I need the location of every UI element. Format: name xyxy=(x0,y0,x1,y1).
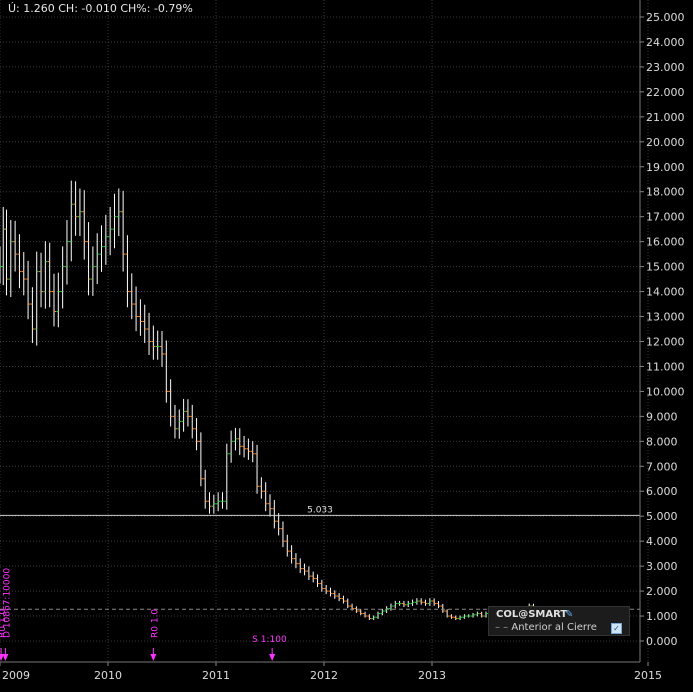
event-arrow xyxy=(2,654,9,661)
event-label: R0 1.0 xyxy=(150,609,160,638)
y-tick-label: 11.000 xyxy=(646,360,685,373)
y-tick-label: 24.000 xyxy=(646,36,685,49)
x-tick-label: 2013 xyxy=(418,669,446,682)
y-tick-label: 17.000 xyxy=(646,211,685,224)
pin-icon[interactable]: ✎ xyxy=(565,609,573,620)
y-tick-label: 22.000 xyxy=(646,86,685,99)
y-tick-label: 23.000 xyxy=(646,61,685,74)
y-tick-label: 5.000 xyxy=(646,510,678,523)
event-arrow xyxy=(150,654,157,661)
x-tick-label: 2012 xyxy=(310,669,338,682)
y-tick-label: 4.000 xyxy=(646,535,678,548)
y-tick-label: 19.000 xyxy=(646,161,685,174)
x-tick-label: 2015 xyxy=(634,669,662,682)
legend-symbol: COL@SMART xyxy=(496,609,568,620)
price-chart[interactable]: 5.033 25.000 24.000 23.000 22.000 21.000 20.0… xyxy=(0,0,693,687)
reference-line-label: 5.033 xyxy=(307,505,333,515)
event-arrow xyxy=(269,654,276,661)
chart-svg[interactable]: 5.033 25.000 24.000 23.000 22.000 21.000 20.0… xyxy=(0,0,693,687)
x-tick-label: 2009 xyxy=(2,669,30,682)
y-tick-label: 2.000 xyxy=(646,585,678,598)
bars-layer xyxy=(0,180,540,621)
y-tick-label: 20.000 xyxy=(646,136,685,149)
x-tick-label: 2010 xyxy=(94,669,122,682)
y-tick-label: 16.000 xyxy=(646,236,685,249)
y-tick-label: 21.000 xyxy=(646,111,685,124)
y-tick-label: 7.000 xyxy=(646,460,678,473)
check-icon[interactable]: ✓ xyxy=(611,623,622,634)
grid-layer xyxy=(0,0,649,662)
reference-layer: 5.033 xyxy=(0,505,640,610)
y-tick-label: 15.000 xyxy=(646,261,685,274)
y-tick-label: 1.000 xyxy=(646,610,678,623)
y-tick-label: 12.000 xyxy=(646,335,685,348)
event-label: D 10867:10000 xyxy=(2,568,12,638)
y-tick-label: 13.000 xyxy=(646,311,685,324)
y-tick-label: 10.000 xyxy=(646,385,685,398)
x-tick-label: 2011 xyxy=(202,669,230,682)
y-tick-label: 9.000 xyxy=(646,410,678,423)
y-tick-label: 6.000 xyxy=(646,485,678,498)
y-tick-label: 8.000 xyxy=(646,435,678,448)
y-tick-label: 14.000 xyxy=(646,286,685,299)
event-layer: R0 1.0D 10867:10000 R0 1.0S 1:100 xyxy=(0,568,287,661)
event-label: S 1:100 xyxy=(252,635,287,645)
y-tick-label: 0.000 xyxy=(646,635,678,648)
y-tick-label: 3.000 xyxy=(646,560,678,573)
y-tick-label: 18.000 xyxy=(646,186,685,199)
legend[interactable]: COL@SMART ✎ – – Anterior al Cierre ✓ xyxy=(488,606,630,636)
y-tick-label: 25.000 xyxy=(646,11,685,24)
quote-header: Ú: 1.260 CH: -0.010 CH%: -0.79% xyxy=(8,2,193,15)
legend-item-label: Anterior al Cierre xyxy=(511,622,597,633)
legend-item-previous-close: – – Anterior al Cierre xyxy=(495,622,597,633)
